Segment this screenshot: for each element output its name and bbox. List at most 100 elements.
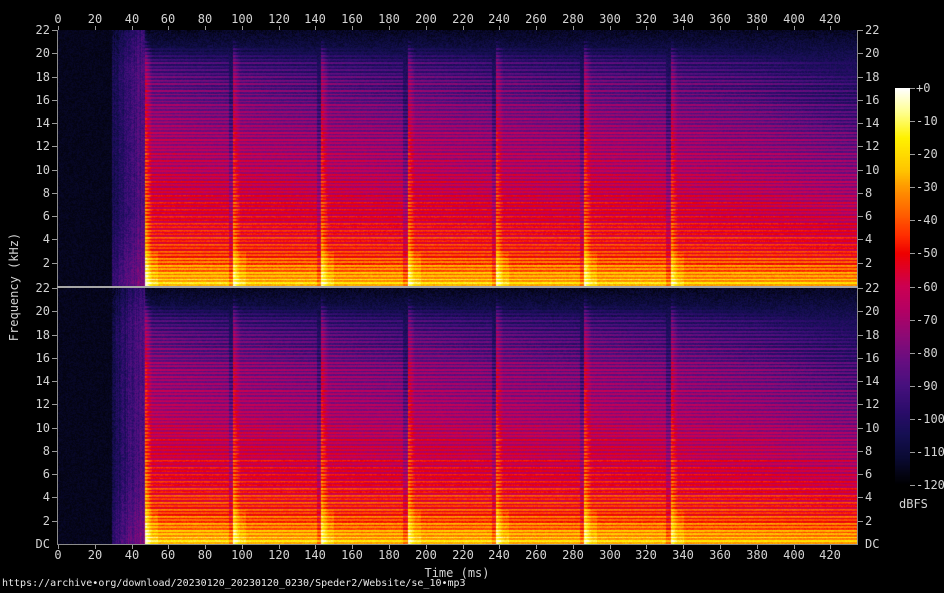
freq-tick-right xyxy=(858,193,863,194)
x-axis-tick-top xyxy=(499,26,500,30)
freq-tick-label-right: 20 xyxy=(865,46,879,60)
x-axis-tick-label-bottom: 360 xyxy=(709,548,731,562)
x-axis-tick-top xyxy=(279,26,280,30)
spectrogram-figure: Frequency (kHz) Time (ms) dBFS https://a… xyxy=(0,0,944,593)
x-axis-line xyxy=(57,544,858,545)
freq-tick-label-left: 8 xyxy=(16,186,50,200)
x-axis-tick-label-bottom: 300 xyxy=(599,548,621,562)
freq-tick-left xyxy=(52,263,57,264)
x-axis-tick-label-top: 180 xyxy=(378,12,400,26)
colorbar-tick-label: -80 xyxy=(916,346,938,360)
x-axis-tick-top xyxy=(315,26,316,30)
x-axis-tick-label-top: 80 xyxy=(198,12,212,26)
x-axis-tick-top xyxy=(95,26,96,30)
freq-tick-label-right: 20 xyxy=(865,304,879,318)
x-axis-tick-label-top: 380 xyxy=(746,12,768,26)
freq-tick-label-right: 8 xyxy=(865,186,872,200)
colorbar-tick-label: -70 xyxy=(916,313,938,327)
colorbar-tick-label: -120 xyxy=(916,478,944,492)
freq-tick-right xyxy=(858,358,863,359)
freq-tick-right xyxy=(858,30,863,31)
x-axis-tick-label-bottom: 80 xyxy=(198,548,212,562)
freq-tick-right xyxy=(858,123,863,124)
x-axis-tick-label-top: 280 xyxy=(562,12,584,26)
colorbar-tick xyxy=(910,253,915,254)
freq-tick-label-left: 18 xyxy=(16,328,50,342)
freq-tick-label-left: 22 xyxy=(16,23,50,37)
footer-url: https://archive•org/download/20230120_20… xyxy=(2,578,466,590)
freq-tick-right xyxy=(858,170,863,171)
x-axis-tick-top xyxy=(426,26,427,30)
x-axis-tick-top xyxy=(205,26,206,30)
freq-tick-label-left: 10 xyxy=(16,421,50,435)
freq-tick-label-left: 10 xyxy=(16,163,50,177)
spectrogram-channel-2 xyxy=(58,288,857,544)
colorbar-tick xyxy=(910,88,915,89)
freq-tick-right xyxy=(858,474,863,475)
freq-tick-label-left: 20 xyxy=(16,304,50,318)
freq-tick-right xyxy=(858,288,863,289)
freq-tick-label-right: 2 xyxy=(865,514,872,528)
x-axis-tick-top xyxy=(757,26,758,30)
freq-tick-left xyxy=(52,428,57,429)
freq-tick-left xyxy=(52,381,57,382)
freq-tick-right xyxy=(858,497,863,498)
freq-tick-label-right: 12 xyxy=(865,139,879,153)
x-axis-tick-label-bottom: 40 xyxy=(125,548,139,562)
colorbar-unit-label: dBFS xyxy=(899,497,928,511)
x-axis-tick-label-top: 60 xyxy=(161,12,175,26)
freq-tick-left xyxy=(52,123,57,124)
freq-tick-left xyxy=(52,497,57,498)
freq-tick-label-left: 2 xyxy=(16,256,50,270)
freq-tick-right xyxy=(858,311,863,312)
x-axis-tick-top xyxy=(168,26,169,30)
colorbar-tick-label: +0 xyxy=(916,81,930,95)
freq-tick-label-right: 22 xyxy=(865,281,879,295)
freq-tick-label-right: 8 xyxy=(865,444,872,458)
x-axis-tick-label-top: 200 xyxy=(415,12,437,26)
x-axis-tick-top xyxy=(389,26,390,30)
x-axis-tick-top xyxy=(794,26,795,30)
x-axis-tick-label-top: 420 xyxy=(819,12,841,26)
freq-tick-label-left: 12 xyxy=(16,139,50,153)
freq-tick-left xyxy=(52,451,57,452)
colorbar-tick xyxy=(910,154,915,155)
colorbar-tick xyxy=(910,353,915,354)
x-axis-tick-label-top: 120 xyxy=(268,12,290,26)
freq-tick-right xyxy=(858,77,863,78)
freq-tick-right xyxy=(858,53,863,54)
x-axis-tick-label-bottom: 260 xyxy=(525,548,547,562)
freq-tick-left xyxy=(52,288,57,289)
x-axis-tick-label-top: 340 xyxy=(672,12,694,26)
colorbar-tick-label: -90 xyxy=(916,379,938,393)
x-axis-tick-label-top: 40 xyxy=(125,12,139,26)
x-axis-tick-label-bottom: 240 xyxy=(488,548,510,562)
freq-tick-left xyxy=(52,358,57,359)
freq-tick-right xyxy=(858,451,863,452)
freq-tick-left xyxy=(52,53,57,54)
colorbar-tick xyxy=(910,187,915,188)
freq-tick-right xyxy=(858,216,863,217)
freq-tick-label-left: 4 xyxy=(16,490,50,504)
colorbar-tick-label: -30 xyxy=(916,180,938,194)
freq-tick-left xyxy=(52,335,57,336)
freq-tick-left xyxy=(52,100,57,101)
x-axis-tick-label-top: 140 xyxy=(304,12,326,26)
freq-dc-label-right: DC xyxy=(865,537,879,551)
freq-tick-label-left: 8 xyxy=(16,444,50,458)
freq-tick-left xyxy=(52,311,57,312)
x-axis-tick-label-bottom: 120 xyxy=(268,548,290,562)
freq-tick-label-right: 18 xyxy=(865,328,879,342)
x-axis-tick-top xyxy=(58,26,59,30)
x-axis-tick-label-top: 400 xyxy=(783,12,805,26)
x-axis-tick-label-bottom: 380 xyxy=(746,548,768,562)
x-axis-tick-label-top: 160 xyxy=(341,12,363,26)
x-axis-tick-label-top: 320 xyxy=(635,12,657,26)
freq-tick-label-right: 6 xyxy=(865,467,872,481)
colorbar-gradient xyxy=(895,88,910,485)
freq-tick-label-right: 14 xyxy=(865,374,879,388)
freq-tick-label-left: 16 xyxy=(16,93,50,107)
colorbar-tick-label: -60 xyxy=(916,280,938,294)
freq-tick-left xyxy=(52,474,57,475)
colorbar-tick xyxy=(910,452,915,453)
